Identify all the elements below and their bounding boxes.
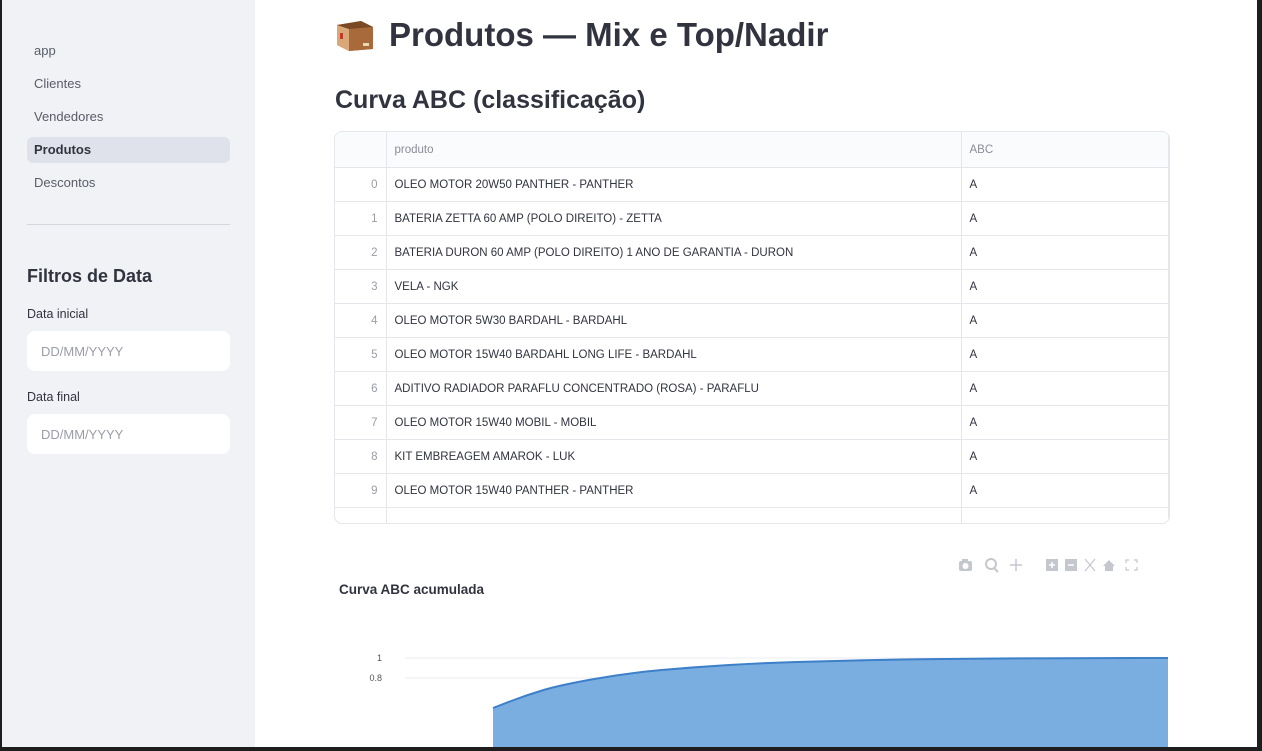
- chart-ytick-label: 0.8: [369, 673, 382, 683]
- table-row[interactable]: 6 ADITIVO RADIADOR PARAFLU CONCENTRADO (R…: [335, 371, 1169, 406]
- table-cell-abc: A: [961, 303, 1169, 338]
- table-cell-produto: OLEO MOTOR 5W30 BARDAHL - BARDAHL: [386, 303, 962, 338]
- table-row[interactable]: 0 OLEO MOTOR 20W50 PANTHER - PANTHER A: [335, 167, 1169, 202]
- table-cell-index: 8: [335, 439, 387, 474]
- table-row-partial: [335, 507, 1169, 523]
- table-cell-index: 0: [335, 167, 387, 202]
- table-cell-empty: [386, 507, 962, 523]
- fullscreen-icon[interactable]: [1125, 559, 1138, 571]
- table-cell-produto: ADITIVO RADIADOR PARAFLU CONCENTRADO (RO…: [386, 371, 962, 406]
- chart-modebar: [959, 558, 1138, 573]
- end-date-label: Data final: [27, 390, 80, 404]
- sidebar-item-vendedores[interactable]: Vendedores: [27, 104, 230, 130]
- zoom-icon[interactable]: [985, 558, 999, 573]
- table-cell-produto: BATERIA ZETTA 60 AMP (POLO DIREITO) - ZE…: [386, 201, 962, 236]
- table-cell-abc: A: [961, 337, 1169, 372]
- table-row[interactable]: 8 KIT EMBREAGEM AMAROK - LUK A: [335, 439, 1169, 474]
- table-cell-index: 5: [335, 337, 387, 372]
- table-cell-produto: KIT EMBREAGEM AMAROK - LUK: [386, 439, 962, 474]
- sidebar-nav: app Clientes Vendedores Produtos Descont…: [27, 38, 230, 203]
- page-title: Produtos — Mix e Top/Nadir: [335, 16, 828, 54]
- abc-table[interactable]: produto ABC 0 OLEO MOTOR 20W50 PANTHER - …: [334, 131, 1170, 524]
- table-cell-index: 6: [335, 371, 387, 406]
- table-cell-index: 3: [335, 269, 387, 304]
- table-row[interactable]: 1 BATERIA ZETTA 60 AMP (POLO DIREITO) - Z…: [335, 201, 1169, 236]
- window-frame-bottom: [0, 747, 1262, 751]
- table-cell-index: 9: [335, 473, 387, 508]
- sidebar-item-descontos[interactable]: Descontos: [27, 170, 230, 196]
- pan-icon[interactable]: [1010, 559, 1022, 571]
- table-row[interactable]: 2 BATERIA DURON 60 AMP (POLO DIREITO) 1 A…: [335, 235, 1169, 270]
- table-cell-abc: A: [961, 201, 1169, 236]
- table-cell-abc: A: [961, 439, 1169, 474]
- table-cell-abc: A: [961, 371, 1169, 406]
- chart-title: Curva ABC acumulada: [339, 582, 485, 597]
- table-cell-index: 1: [335, 201, 387, 236]
- table-header-row: produto ABC: [335, 132, 1169, 168]
- sidebar-divider: [27, 224, 230, 225]
- column-header-produto[interactable]: produto: [386, 132, 962, 168]
- table-cell-produto: OLEO MOTOR 20W50 PANTHER - PANTHER: [386, 167, 962, 202]
- table-cell-produto: BATERIA DURON 60 AMP (POLO DIREITO) 1 AN…: [386, 235, 962, 270]
- table-cell-index: 7: [335, 405, 387, 440]
- column-header-abc[interactable]: ABC: [961, 132, 1169, 168]
- page-title-text: Produtos — Mix e Top/Nadir: [389, 16, 829, 53]
- table-row[interactable]: 4 OLEO MOTOR 5W30 BARDAHL - BARDAHL A: [335, 303, 1169, 338]
- table-cell-empty: [961, 507, 1169, 523]
- table-cell-abc: A: [961, 269, 1169, 304]
- end-date-input[interactable]: [27, 414, 230, 454]
- table-cell-abc: A: [961, 473, 1169, 508]
- start-date-input[interactable]: [27, 331, 230, 371]
- home-icon[interactable]: [1103, 560, 1115, 571]
- table-row[interactable]: 7 OLEO MOTOR 15W40 MOBIL - MOBIL A: [335, 405, 1169, 440]
- table-row[interactable]: 3 VELA - NGK A: [335, 269, 1169, 304]
- abc-cumulative-chart[interactable]: 10.8: [330, 630, 1168, 747]
- table-row[interactable]: 9 OLEO MOTOR 15W40 PANTHER - PANTHER A: [335, 473, 1169, 508]
- filters-title: Filtros de Data: [27, 266, 153, 286]
- table-cell-produto: VELA - NGK: [386, 269, 962, 304]
- column-header-index[interactable]: [335, 132, 387, 168]
- sidebar-item-produtos[interactable]: Produtos: [27, 137, 230, 163]
- table-row[interactable]: 5 OLEO MOTOR 15W40 BARDAHL LONG LIFE - BA…: [335, 337, 1169, 372]
- table-cell-produto: OLEO MOTOR 15W40 MOBIL - MOBIL: [386, 405, 962, 440]
- chart-area-series: [493, 658, 1168, 747]
- table-cell-index: 2: [335, 235, 387, 270]
- table-cell-index: 4: [335, 303, 387, 338]
- section-title: Curva ABC (classificação): [335, 86, 646, 114]
- sidebar-item-clientes[interactable]: Clientes: [27, 71, 230, 97]
- camera-icon[interactable]: [959, 559, 972, 571]
- table-cell-produto: OLEO MOTOR 15W40 PANTHER - PANTHER: [386, 473, 962, 508]
- table-cell-empty: [335, 507, 387, 523]
- sidebar-item-app[interactable]: app: [27, 38, 230, 64]
- table-cell-abc: A: [961, 167, 1169, 202]
- start-date-label: Data inicial: [27, 307, 89, 321]
- chart-ytick-label: 1: [377, 653, 382, 663]
- autoscale-icon[interactable]: [1084, 558, 1096, 572]
- zoom-out-icon[interactable]: [1065, 559, 1077, 571]
- window-frame-right: [1257, 0, 1262, 751]
- table-cell-abc: A: [961, 235, 1169, 270]
- zoom-in-icon[interactable]: [1046, 559, 1058, 571]
- package-icon: [337, 21, 373, 51]
- table-cell-abc: A: [961, 405, 1169, 440]
- table-cell-produto: OLEO MOTOR 15W40 BARDAHL LONG LIFE - BAR…: [386, 337, 962, 372]
